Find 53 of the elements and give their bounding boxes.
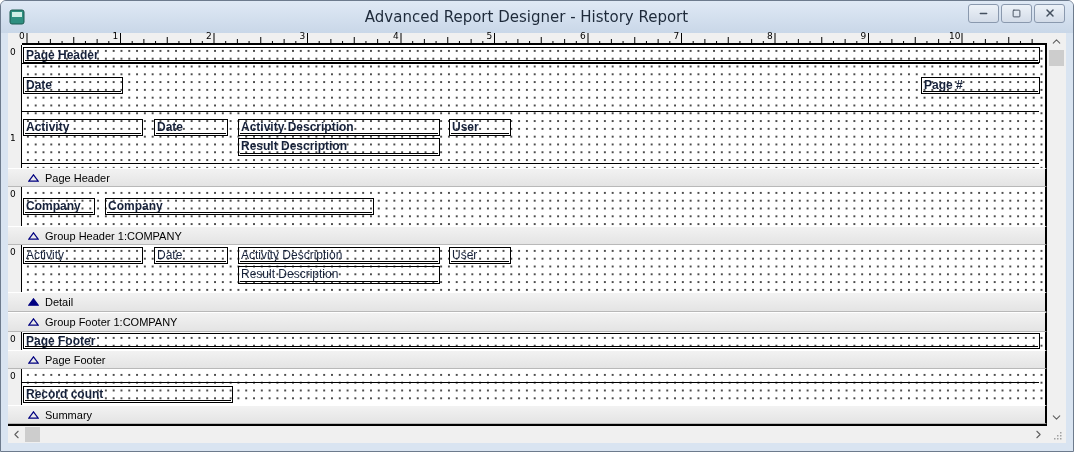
report-field[interactable]: User: [449, 247, 511, 264]
report-field[interactable]: Record count: [23, 386, 233, 403]
report-field[interactable]: Activity: [23, 119, 143, 136]
scrollbar-thumb[interactable]: [1049, 50, 1064, 66]
app-icon: [9, 9, 25, 25]
ruler-number: 8: [767, 31, 773, 41]
report-field[interactable]: Activity: [23, 247, 143, 264]
report-field[interactable]: Company: [23, 198, 95, 215]
report-field[interactable]: Activity Description: [238, 119, 440, 136]
section-bar[interactable]: Summary: [8, 405, 1047, 424]
ruler-number: 0: [10, 371, 16, 381]
report-band[interactable]: Company Company: [22, 187, 1047, 226]
resize-grip-icon[interactable]: [1051, 429, 1062, 440]
ruler-number: 0: [10, 334, 16, 344]
ruler-number: 9: [860, 31, 867, 41]
close-button[interactable]: [1034, 3, 1065, 23]
section-bar[interactable]: Group Header 1:COMPANY: [8, 226, 1047, 245]
maximize-button[interactable]: [1001, 3, 1032, 23]
ruler-number: 0: [10, 247, 16, 257]
section-bar[interactable]: Detail: [8, 292, 1047, 312]
ruler-number: 0: [10, 189, 16, 199]
report-field[interactable]: Date: [23, 77, 123, 94]
report-field[interactable]: Page #: [921, 77, 1040, 94]
report-field[interactable]: Page Header: [23, 47, 1040, 63]
section-bar[interactable]: Group Footer 1:COMPANY: [8, 312, 1047, 332]
ruler-number: 6: [580, 31, 586, 41]
minimize-button[interactable]: [968, 3, 999, 23]
section-bar[interactable]: Page Header: [8, 168, 1047, 187]
report-field[interactable]: User: [449, 119, 511, 136]
ruler-number: 5: [486, 31, 493, 41]
report-band[interactable]: Page Header Date Page # Activity Date Activity Description User Result Description: [22, 45, 1047, 168]
ruler-number: 0: [10, 47, 16, 57]
report-field[interactable]: Company: [105, 198, 374, 215]
ruler-number: 10: [949, 31, 961, 41]
report-field[interactable]: Result Description: [238, 138, 440, 156]
ruler-number: 0: [19, 31, 25, 41]
section-bar[interactable]: Page Footer: [8, 350, 1047, 369]
ruler-number: 1: [10, 133, 16, 143]
report-field[interactable]: Activity Description: [238, 247, 440, 264]
report-field[interactable]: Date: [154, 119, 228, 136]
ruler-number: 3: [299, 31, 306, 41]
window-title: Advanced Report Designer - History Report: [363, 8, 690, 26]
ruler-number: 4: [393, 31, 399, 41]
report-band[interactable]: Record count: [22, 369, 1047, 405]
report-field[interactable]: Date: [154, 247, 228, 264]
close-icon: [1043, 7, 1056, 19]
ruler-number: 1: [112, 31, 119, 41]
report-field[interactable]: Result Description: [238, 266, 440, 284]
report-band[interactable]: Activity Date Activity Description User Result Description: [22, 245, 1047, 292]
ruler-number: 7: [673, 31, 680, 41]
maximize-icon: [1012, 8, 1021, 18]
scrollbar-thumb[interactable]: [25, 427, 40, 442]
ruler-number: 2: [206, 31, 212, 41]
